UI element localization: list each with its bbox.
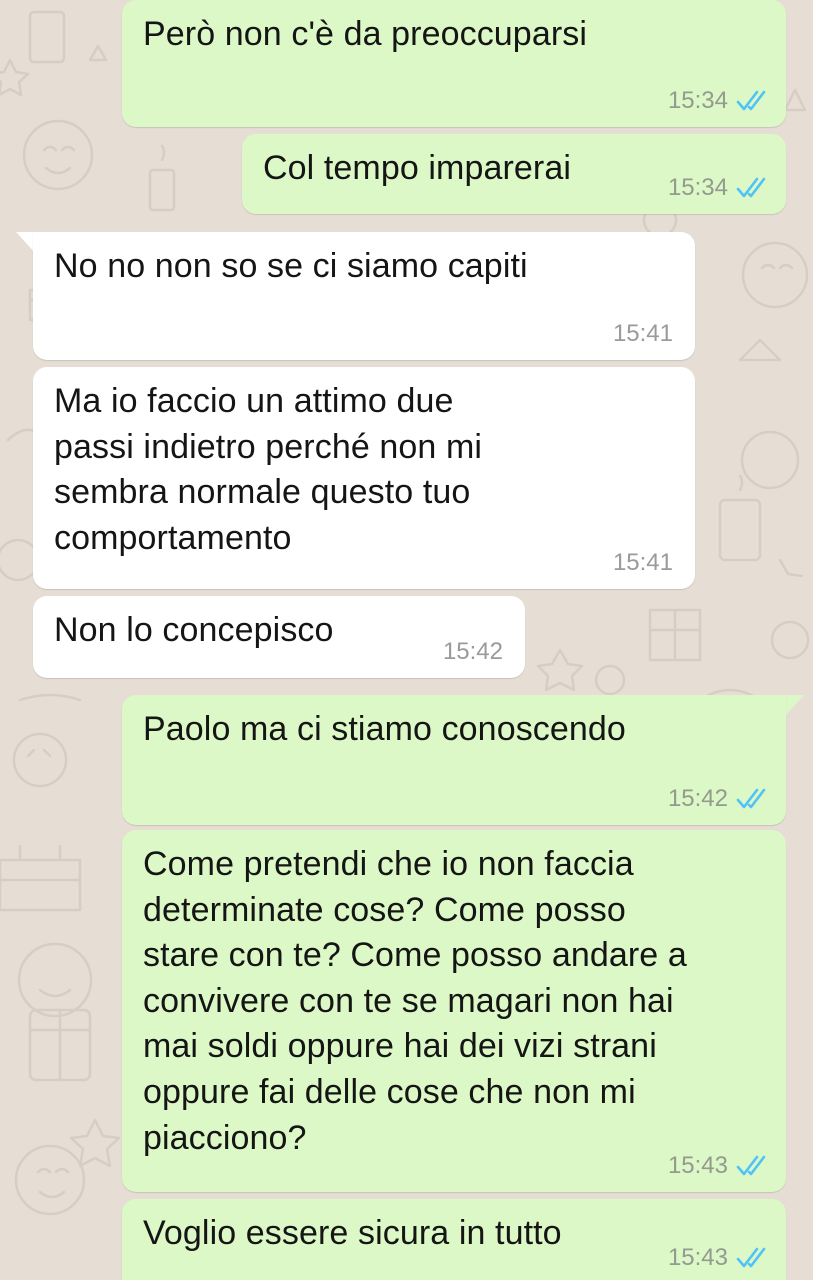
read-receipt-double-check-icon: [736, 1155, 766, 1176]
message-text: Col tempo imparerai: [263, 149, 572, 187]
message-text: Però non c'è da preoccuparsi: [143, 15, 588, 53]
message-time: 15:34: [667, 87, 728, 114]
message-meta: 15:41: [613, 322, 673, 346]
bubble-tail: [784, 695, 804, 717]
message-bubble-incoming[interactable]: Ma io faccio un attimo due passi indietr…: [33, 367, 695, 589]
message-meta: 15:42: [443, 640, 503, 664]
message-time: 15:34: [667, 174, 728, 201]
message-bubble-outgoing[interactable]: Però non c'è da preoccuparsi 15:34: [122, 0, 786, 127]
message-time: 15:41: [612, 549, 673, 576]
message-bubble-outgoing[interactable]: Paolo ma ci stiamo conoscendo 15:42: [122, 695, 786, 825]
message-meta: 15:41: [613, 551, 673, 575]
message-time: 15:42: [667, 785, 728, 812]
message-text: No no non so se ci siamo capiti: [54, 247, 528, 285]
message-meta: 15:34: [668, 176, 770, 200]
message-time: 15:43: [667, 1244, 728, 1271]
read-receipt-double-check-icon: [736, 177, 766, 198]
read-receipt-double-check-icon: [736, 90, 766, 111]
message-text: Voglio essere sicura in tutto: [143, 1214, 562, 1252]
message-time: 15:42: [442, 638, 503, 665]
message-bubble-outgoing[interactable]: Col tempo imparerai 15:34: [242, 134, 786, 214]
message-text: Paolo ma ci stiamo conoscendo: [143, 710, 626, 748]
message-time: 15:41: [612, 320, 673, 347]
message-text: Ma io faccio un attimo due passi indietr…: [54, 382, 483, 557]
read-receipt-double-check-icon: [736, 1247, 766, 1268]
message-bubble-incoming[interactable]: No no non so se ci siamo capiti 15:41: [33, 232, 695, 360]
message-meta: 15:34: [668, 89, 770, 113]
message-bubble-outgoing[interactable]: Come pretendi che io non faccia determin…: [122, 830, 786, 1192]
message-meta: 15:43: [668, 1154, 770, 1178]
message-bubble-outgoing[interactable]: Voglio essere sicura in tutto 15:43: [122, 1199, 786, 1280]
message-meta: 15:43: [668, 1246, 770, 1270]
message-time: 15:43: [667, 1152, 728, 1179]
message-bubble-incoming[interactable]: Non lo concepisco 15:42: [33, 596, 525, 678]
message-text: Non lo concepisco: [54, 611, 334, 649]
message-text: Come pretendi che io non faccia determin…: [143, 845, 687, 1157]
message-meta: 15:42: [668, 787, 770, 811]
read-receipt-double-check-icon: [736, 788, 766, 809]
